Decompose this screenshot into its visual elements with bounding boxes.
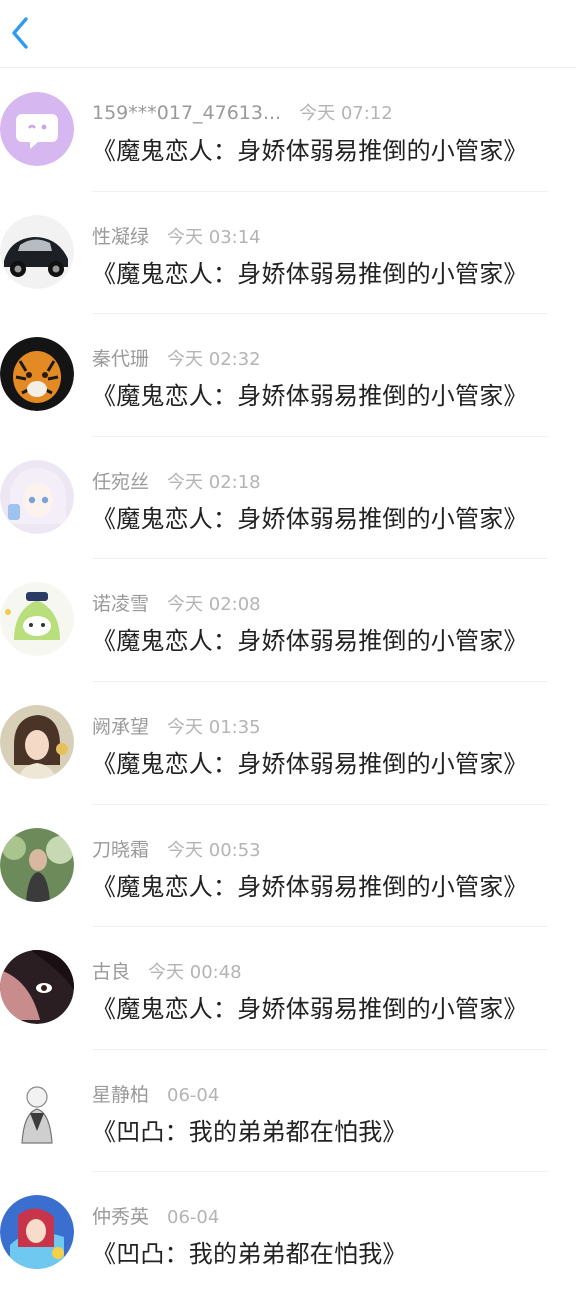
message-text: 《魔鬼恋人：身娇体弱易推倒的小管家》 <box>92 749 528 778</box>
tiger-avatar-image <box>0 337 74 412</box>
avatar[interactable] <box>0 214 74 289</box>
anime-colorful-avatar-image <box>0 1195 74 1270</box>
avatar[interactable] <box>0 1072 74 1147</box>
car-avatar-image <box>0 214 74 289</box>
message-text: 《魔鬼恋人：身娇体弱易推倒的小管家》 <box>92 382 528 411</box>
cartoon-avatar-image <box>0 582 74 657</box>
avatar[interactable] <box>0 582 74 657</box>
man-photo-avatar-image <box>0 827 74 902</box>
message-time: 今天 03:14 <box>167 226 261 248</box>
message-row[interactable]: 任宛丝 今天 02:18 《魔鬼恋人：身娇体弱易推倒的小管家》 <box>0 437 576 560</box>
sender-name: 仲秀英 <box>92 1206 150 1229</box>
message-time: 今天 02:08 <box>167 594 261 616</box>
message-row[interactable]: 古良 今天 00:48 《魔鬼恋人：身娇体弱易推倒的小管家》 <box>0 927 576 1050</box>
message-time: 今天 07:12 <box>299 103 393 124</box>
message-text: 《魔鬼恋人：身娇体弱易推倒的小管家》 <box>92 259 528 288</box>
sender-name: 性凝绿 <box>92 225 150 248</box>
sketch-avatar-image <box>0 1072 74 1147</box>
avatar[interactable] <box>0 704 74 779</box>
anime-dark-avatar-image <box>0 950 74 1025</box>
avatar[interactable] <box>0 337 74 412</box>
avatar[interactable] <box>0 950 74 1025</box>
message-time: 今天 00:53 <box>167 839 261 861</box>
sender-name: 任宛丝 <box>92 470 150 493</box>
sender-name: 159***017_47613... <box>92 102 282 124</box>
avatar[interactable] <box>0 92 74 166</box>
anime-girl-avatar-image <box>0 459 74 534</box>
message-text: 《魔鬼恋人：身娇体弱易推倒的小管家》 <box>92 995 528 1024</box>
message-text: 《魔鬼恋人：身娇体弱易推倒的小管家》 <box>92 627 528 656</box>
sender-name: 诺凌雪 <box>92 593 150 616</box>
message-time: 今天 00:48 <box>148 962 242 984</box>
avatar[interactable] <box>0 1195 74 1270</box>
message-row[interactable]: 刀晓霜 今天 00:53 《魔鬼恋人：身娇体弱易推倒的小管家》 <box>0 805 576 928</box>
top-bar <box>0 0 576 68</box>
woman-photo-avatar-image <box>0 704 74 779</box>
message-row[interactable]: 星静柏 06-04 《凹凸：我的弟弟都在怕我》 <box>0 1050 576 1173</box>
message-time: 06-04 <box>167 1084 220 1106</box>
chevron-left-icon <box>12 17 28 49</box>
message-row[interactable]: 159***017_47613... 今天 07:12 《魔鬼恋人：身娇体弱易推… <box>0 69 576 192</box>
sender-name: 秦代珊 <box>92 348 150 371</box>
message-row[interactable]: 诺凌雪 今天 02:08 《魔鬼恋人：身娇体弱易推倒的小管家》 <box>0 559 576 682</box>
message-time: 今天 02:32 <box>167 349 261 371</box>
message-list: 159***017_47613... 今天 07:12 《魔鬼恋人：身娇体弱易推… <box>0 69 576 1295</box>
sender-name: 星静柏 <box>92 1083 150 1106</box>
message-row[interactable]: 秦代珊 今天 02:32 《魔鬼恋人：身娇体弱易推倒的小管家》 <box>0 314 576 437</box>
message-time: 06-04 <box>167 1207 220 1229</box>
message-row[interactable]: 仲秀英 06-04 《凹凸：我的弟弟都在怕我》 <box>0 1172 576 1295</box>
avatar[interactable] <box>0 459 74 534</box>
message-text: 《魔鬼恋人：身娇体弱易推倒的小管家》 <box>92 504 528 533</box>
chat-bubble-icon <box>0 92 74 166</box>
sender-name: 古良 <box>92 961 131 984</box>
sender-name: 阙承望 <box>92 715 150 738</box>
message-text: 《魔鬼恋人：身娇体弱易推倒的小管家》 <box>92 872 528 901</box>
message-row[interactable]: 性凝绿 今天 03:14 《魔鬼恋人：身娇体弱易推倒的小管家》 <box>0 192 576 315</box>
message-row[interactable]: 阙承望 今天 01:35 《魔鬼恋人：身娇体弱易推倒的小管家》 <box>0 682 576 805</box>
sender-name: 刀晓霜 <box>92 838 150 861</box>
message-text: 《凹凸：我的弟弟都在怕我》 <box>92 1240 407 1269</box>
message-text: 《凹凸：我的弟弟都在怕我》 <box>92 1117 407 1146</box>
message-text: 《魔鬼恋人：身娇体弱易推倒的小管家》 <box>92 137 528 165</box>
message-time: 今天 02:18 <box>167 471 261 493</box>
message-time: 今天 01:35 <box>167 716 261 738</box>
back-button[interactable] <box>0 10 40 56</box>
avatar[interactable] <box>0 827 74 902</box>
